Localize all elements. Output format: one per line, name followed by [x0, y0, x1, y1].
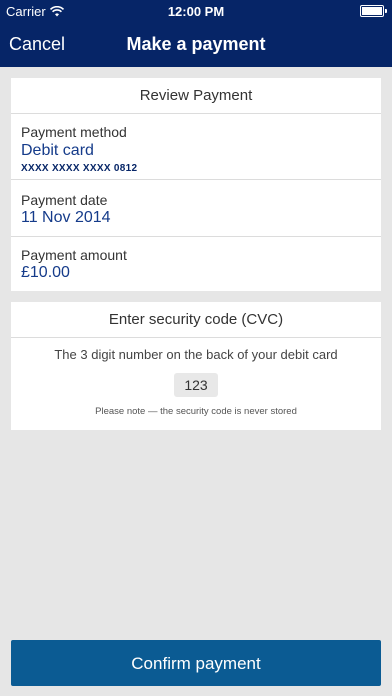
security-code-header: Enter security code (CVC)	[11, 302, 381, 338]
navigation-bar: Cancel Make a payment	[0, 22, 392, 67]
review-payment-card: Review Payment Payment method Debit card…	[11, 78, 381, 291]
security-code-note: Please note — the security code is never…	[95, 406, 297, 417]
payment-amount-label: Payment amount	[21, 247, 127, 263]
status-time: 12:00 PM	[167, 4, 225, 19]
payment-method-label: Payment method	[21, 124, 127, 140]
payment-method-value: Debit card	[21, 142, 94, 159]
payment-amount-value: £10.00	[21, 264, 70, 281]
cvc-input[interactable]	[174, 373, 218, 397]
security-code-card: Enter security code (CVC) The 3 digit nu…	[11, 302, 381, 430]
battery-icon	[360, 5, 387, 17]
app-header: Carrier 12:00 PM Cancel Make a payment	[0, 0, 392, 67]
card-number: XXXX XXXX XXXX 0812	[21, 163, 138, 174]
security-code-instruction: The 3 digit number on the back of your d…	[54, 347, 338, 362]
payment-date-value: 11 Nov 2014	[21, 209, 111, 226]
payment-date-row: Payment date 11 Nov 2014	[11, 180, 381, 237]
payment-amount-row: Payment amount £10.00	[11, 237, 381, 291]
review-payment-header: Review Payment	[11, 78, 381, 114]
payment-date-label: Payment date	[21, 192, 108, 208]
status-bar: Carrier 12:00 PM	[0, 0, 392, 22]
payment-method-row: Payment method Debit card XXXX XXXX XXXX…	[11, 114, 381, 180]
confirm-payment-button[interactable]: Confirm payment	[11, 640, 381, 686]
page-title: Make a payment	[126, 34, 266, 54]
